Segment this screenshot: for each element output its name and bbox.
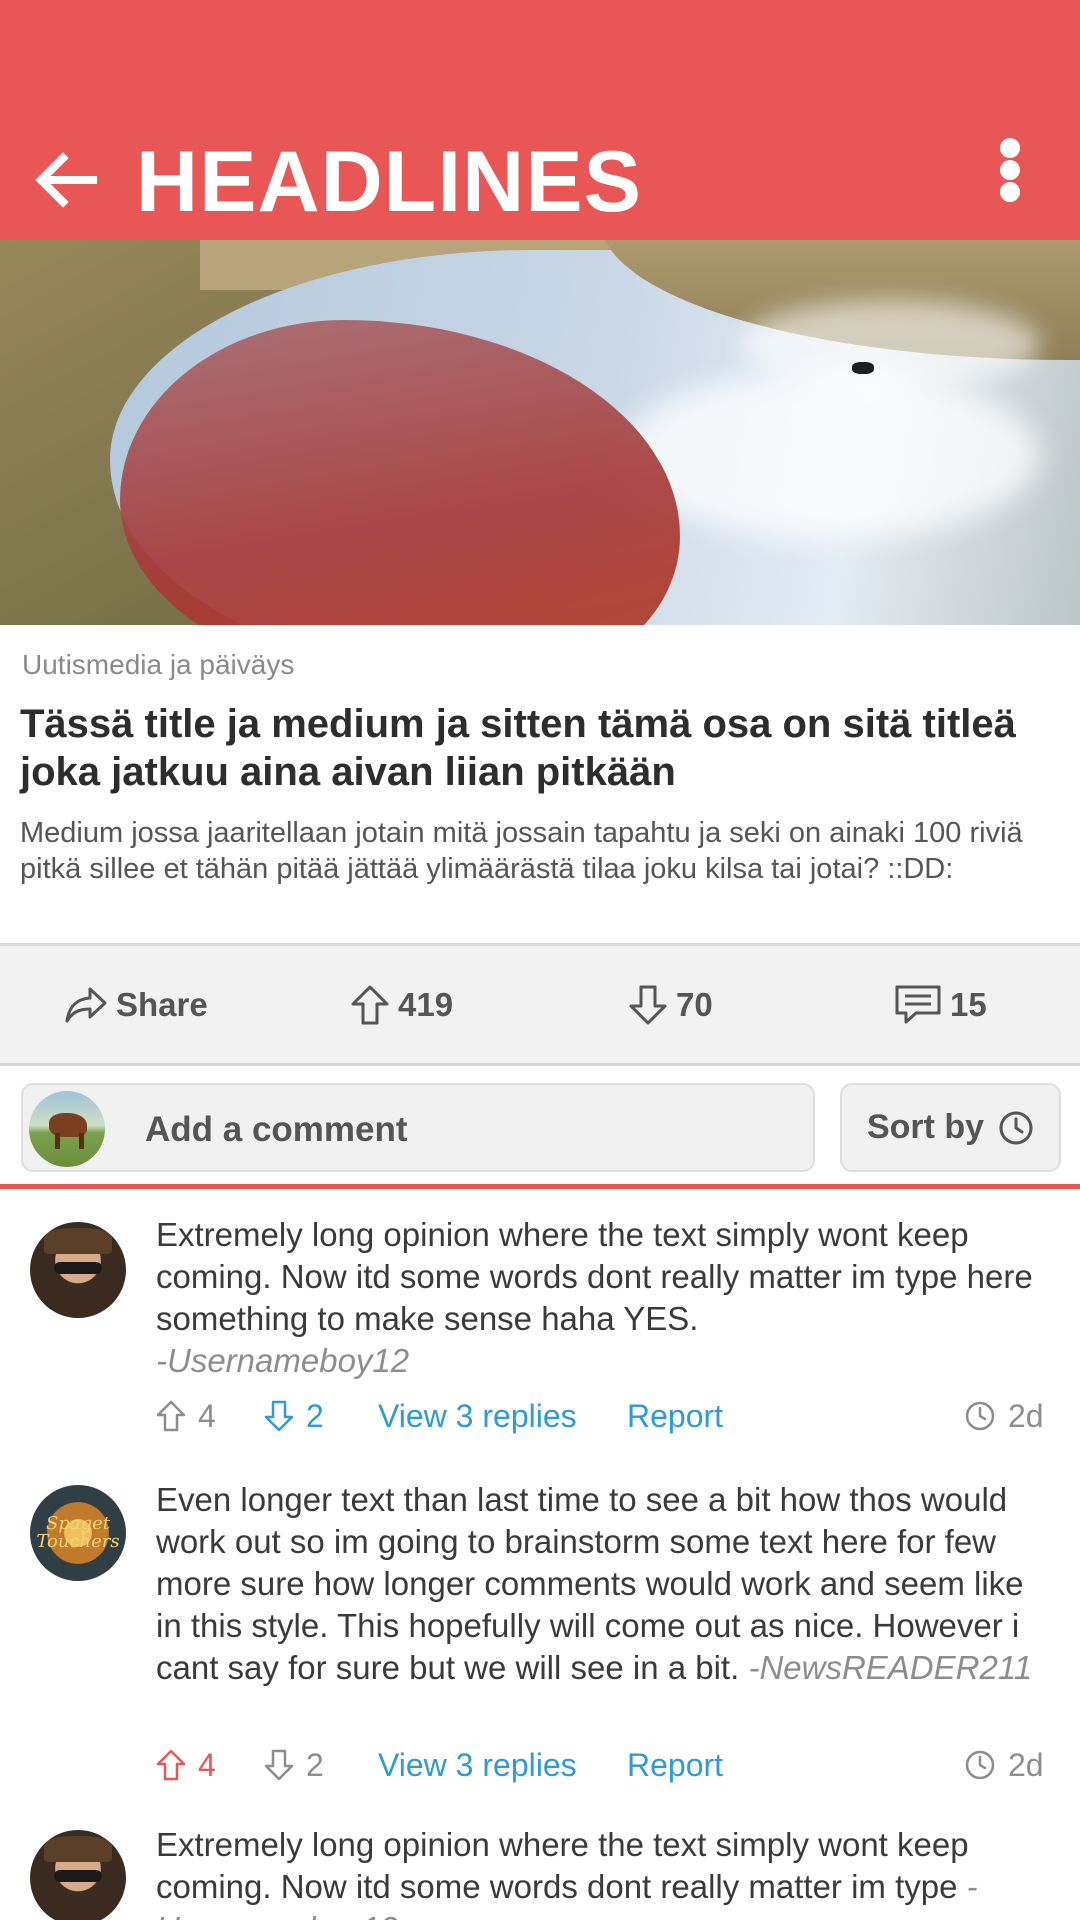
arrow-down-icon bbox=[629, 985, 667, 1024]
share-button[interactable]: Share bbox=[64, 946, 208, 1063]
arrow-down-icon bbox=[264, 1400, 294, 1432]
page-title: HEADLINES bbox=[136, 134, 642, 230]
comments-button[interactable]: 15 bbox=[894, 946, 987, 1063]
clock-icon bbox=[999, 1111, 1033, 1144]
view-replies-link[interactable]: View 3 replies bbox=[378, 1743, 577, 1787]
sort-by-button[interactable]: Sort by bbox=[840, 1083, 1061, 1172]
comment-meta: 4 2 View 3 replies Report 2d bbox=[156, 1394, 1056, 1438]
add-comment-placeholder: Add a comment bbox=[145, 1110, 408, 1149]
report-link[interactable]: Report bbox=[627, 1743, 723, 1787]
clock-icon bbox=[965, 1401, 995, 1431]
comment-time-label: 2d bbox=[1008, 1397, 1044, 1434]
article-title[interactable]: Tässä title ja medium ja sitten tämä osa… bbox=[20, 700, 1060, 796]
comment-text: Extremely long opinion where the text si… bbox=[156, 1826, 969, 1905]
comment-icon bbox=[895, 985, 941, 1023]
avatar-logo-text: Spaget Touchers bbox=[36, 1513, 120, 1552]
commenter-avatar[interactable] bbox=[30, 1222, 126, 1318]
comment-downvote-count: 2 bbox=[306, 1397, 324, 1434]
article-source: Uutismedia ja päiväys bbox=[22, 649, 295, 680]
comment-upvote-count: 4 bbox=[198, 1746, 216, 1783]
upvote-count: 419 bbox=[398, 985, 454, 1023]
comment-upvote-count: 4 bbox=[198, 1397, 216, 1434]
share-icon bbox=[65, 987, 107, 1022]
share-label: Share bbox=[116, 985, 208, 1023]
comment-downvote-button[interactable]: 2 bbox=[264, 1394, 324, 1438]
app-bar: HEADLINES bbox=[0, 0, 1080, 240]
article-action-bar: Share 419 70 15 bbox=[0, 943, 1080, 1066]
comment-meta: 4 2 View 3 replies Report 2d bbox=[156, 1743, 1056, 1787]
arrow-down-icon bbox=[264, 1749, 294, 1781]
upvote-button[interactable]: 419 bbox=[350, 946, 453, 1063]
comments-divider bbox=[0, 1184, 1080, 1189]
comment-body: Extremely long opinion where the text si… bbox=[156, 1214, 1056, 1382]
article-summary: Medium jossa jaaritellaan jotain mitä jo… bbox=[20, 817, 1023, 885]
arrow-up-icon bbox=[156, 1400, 186, 1432]
commenter-avatar[interactable] bbox=[30, 1830, 126, 1920]
comment-body: Extremely long opinion where the text si… bbox=[156, 1824, 1056, 1920]
downvote-button[interactable]: 70 bbox=[628, 946, 713, 1063]
comment-time-label: 2d bbox=[1008, 1746, 1044, 1783]
comment-text: Extremely long opinion where the text si… bbox=[156, 1216, 1033, 1337]
comment-count: 15 bbox=[950, 985, 987, 1023]
comment-time: 2d bbox=[964, 1394, 1044, 1438]
comment-downvote-count: 2 bbox=[306, 1746, 324, 1783]
downvote-count: 70 bbox=[676, 985, 713, 1023]
article-image bbox=[0, 240, 1080, 625]
comment-time: 2d bbox=[964, 1743, 1044, 1787]
add-comment-input[interactable]: Add a comment bbox=[21, 1083, 815, 1172]
arrow-up-icon bbox=[156, 1749, 186, 1781]
back-button[interactable] bbox=[26, 140, 106, 220]
comment-username[interactable]: -NewsREADER211 bbox=[748, 1649, 1032, 1686]
comment-username[interactable]: -Usernameboy12 bbox=[156, 1342, 409, 1379]
commenter-avatar[interactable]: Spaget Touchers bbox=[30, 1485, 126, 1581]
comment-upvote-button[interactable]: 4 bbox=[156, 1394, 216, 1438]
comment-body: Even longer text than last time to see a… bbox=[156, 1479, 1056, 1689]
report-link[interactable]: Report bbox=[627, 1394, 723, 1438]
more-vert-icon bbox=[1000, 138, 1020, 158]
user-avatar bbox=[29, 1091, 105, 1167]
more-options-button[interactable] bbox=[990, 130, 1030, 210]
view-replies-link[interactable]: View 3 replies bbox=[378, 1394, 577, 1438]
comment-upvote-button[interactable]: 4 bbox=[156, 1743, 216, 1787]
sort-by-label: Sort by bbox=[866, 1108, 985, 1146]
comment-downvote-button[interactable]: 2 bbox=[264, 1743, 324, 1787]
back-arrow-icon bbox=[35, 152, 97, 208]
clock-icon bbox=[965, 1750, 995, 1780]
arrow-up-icon bbox=[351, 985, 389, 1024]
